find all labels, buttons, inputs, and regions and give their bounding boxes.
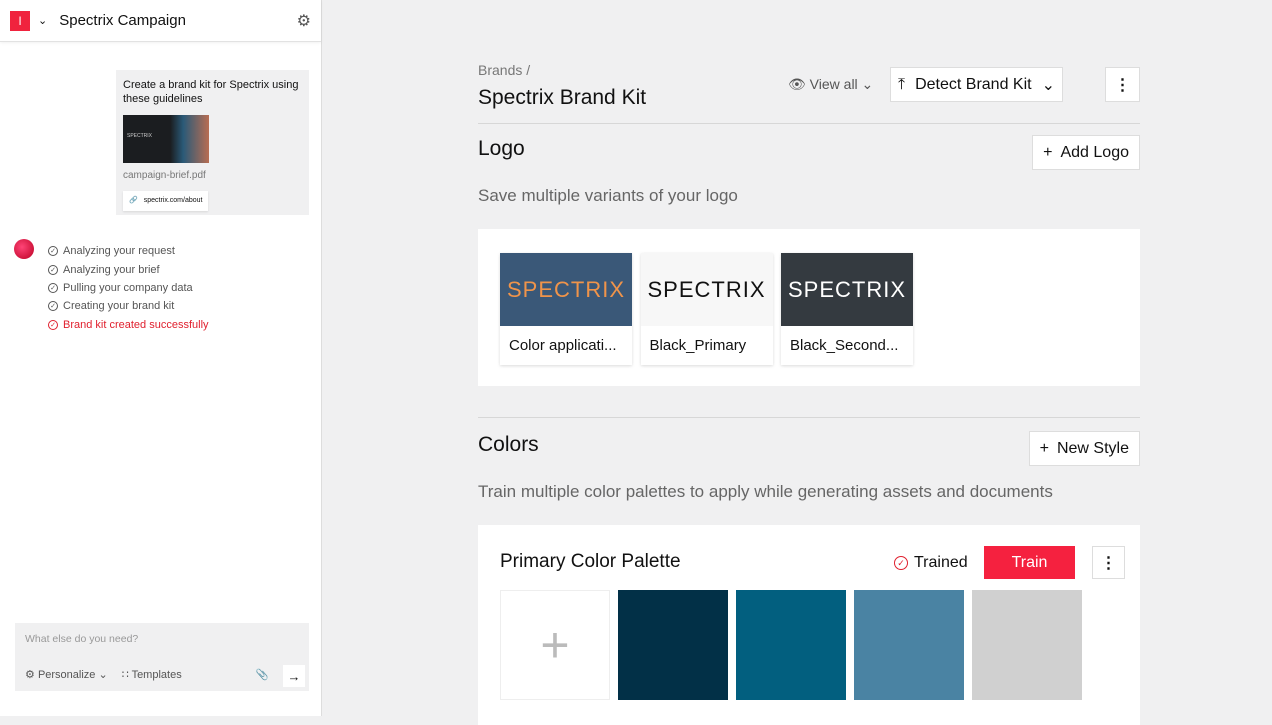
paperclip-icon[interactable]: 📎	[256, 668, 269, 681]
chat-header: I ⌄ Spectrix Campaign ⚙	[0, 0, 321, 42]
file-name[interactable]: campaign-brief.pdf	[123, 169, 302, 183]
step-label: Analyzing your request	[63, 245, 175, 258]
color-swatch[interactable]	[854, 590, 964, 700]
pdf-thumbnail[interactable]: SPECTRIX	[123, 115, 209, 163]
link-chip[interactable]: 🔗 spectrix.com/about	[123, 191, 209, 211]
logo-preview: SPECTRIX	[500, 253, 632, 326]
gear-icon[interactable]: ⚙	[297, 11, 311, 31]
personalize-label: Personalize	[37, 669, 96, 681]
color-swatch[interactable]	[736, 590, 846, 700]
plus-icon: +	[1039, 439, 1049, 457]
check-icon: ✓	[48, 246, 58, 257]
step-label: Pulling your company data	[63, 281, 193, 294]
detect-label: Detect Brand Kit	[915, 75, 1032, 93]
progress-steps: ✓ Analyzing your request ✓ Analyzing your …	[48, 242, 209, 334]
page-title: Spectrix Brand Kit	[478, 86, 647, 109]
color-swatch[interactable]	[618, 590, 728, 700]
train-button[interactable]: Train	[984, 546, 1075, 579]
templates-button[interactable]: ∷ Templates	[122, 668, 182, 681]
plus-icon: +	[1043, 143, 1053, 161]
view-all-dropdown[interactable]: 👁 View all ⌄	[788, 76, 873, 93]
link-icon: 🔗	[129, 197, 138, 204]
logo-variant[interactable]: SPECTRIX Black_Primary	[640, 253, 773, 365]
check-icon: ✓	[48, 301, 58, 312]
logo-subtitle: Save multiple variants of your logo	[478, 186, 738, 205]
chevron-down-icon[interactable]: ⌄	[38, 14, 47, 27]
chevron-down-icon: ⌄	[1041, 76, 1055, 94]
logo-heading: Logo	[478, 137, 525, 160]
step-label: Brand kit created successfully	[63, 318, 209, 331]
more-options-button[interactable]: ⋮	[1105, 67, 1140, 102]
logo-preview: SPECTRIX	[781, 253, 913, 326]
add-logo-label: Add Logo	[1060, 143, 1129, 161]
step: ✓ Creating your brand kit	[48, 297, 209, 315]
step: ✓ Pulling your company data	[48, 279, 209, 297]
send-button[interactable]: →	[283, 665, 305, 687]
divider	[478, 123, 1140, 124]
check-icon: ✓	[48, 319, 58, 330]
detect-brand-kit-button[interactable]: ⤒ Detect Brand Kit ⌄	[890, 67, 1063, 102]
palette-more-button[interactable]: ⋮	[1092, 546, 1125, 579]
project-title: Spectrix Campaign	[59, 12, 186, 29]
logo-preview: SPECTRIX	[640, 253, 773, 326]
step: ✓ Analyzing your brief	[48, 260, 209, 278]
palette-card: Primary Color Palette ✓ Trained Train ⋮ +	[478, 525, 1140, 725]
user-message: Create a brand kit for Spectrix using th…	[116, 70, 309, 215]
eye-icon: 👁	[788, 76, 806, 92]
new-style-button[interactable]: + New Style	[1028, 431, 1140, 466]
trained-label: Trained	[914, 554, 968, 571]
check-icon: ✓	[894, 556, 908, 570]
step-success: ✓ Brand kit created successfully	[48, 316, 209, 334]
check-icon: ✓	[48, 282, 58, 293]
trained-status: ✓ Trained	[894, 554, 968, 572]
logo-card: SPECTRIX Color applicati... SPECTRIX Black_…	[478, 229, 1140, 386]
link-text: spectrix.com/about	[143, 197, 203, 204]
templates-label: Templates	[131, 669, 182, 681]
add-logo-button[interactable]: + Add Logo	[1032, 135, 1140, 170]
chat-input[interactable]: What else do you need? ⚙ Personalize ⌄ ∷…	[15, 623, 309, 691]
thumb-text: SPECTRIX	[127, 133, 153, 139]
view-all-label: View all	[809, 76, 858, 92]
assistant-avatar	[14, 239, 34, 259]
templates-icon: ∷	[121, 669, 129, 681]
logo-label: Black_Second...	[790, 337, 899, 354]
colors-heading: Colors	[478, 433, 539, 456]
divider	[478, 417, 1140, 418]
add-color-button[interactable]: +	[500, 590, 610, 700]
personalize-button[interactable]: ⚙ Personalize ⌄	[25, 668, 108, 681]
step-label: Creating your brand kit	[63, 300, 175, 313]
colors-subtitle: Train multiple color palettes to apply w…	[478, 482, 1053, 501]
logo-label: Color applicati...	[509, 337, 617, 354]
check-icon: ✓	[48, 264, 58, 275]
logo-variant[interactable]: SPECTRIX Black_Second...	[781, 253, 913, 365]
logo-label: Black_Primary	[649, 337, 747, 354]
app-logo[interactable]: I	[10, 10, 30, 31]
palette-title: Primary Color Palette	[500, 551, 681, 572]
breadcrumb[interactable]: Brands /	[478, 62, 530, 78]
upload-icon: ⤒	[898, 75, 906, 93]
message-text: Create a brand kit for Spectrix using th…	[123, 79, 299, 105]
gear-icon: ⚙	[25, 669, 35, 681]
color-swatch[interactable]	[972, 590, 1082, 700]
arrow-right-icon: →	[287, 668, 301, 684]
logo-variant[interactable]: SPECTRIX Color applicati...	[500, 253, 632, 365]
chat-placeholder[interactable]: What else do you need?	[25, 633, 138, 645]
step-label: Analyzing your brief	[63, 263, 160, 276]
step: ✓ Analyzing your request	[48, 242, 209, 260]
chat-panel: I ⌄ Spectrix Campaign ⚙ Create a brand k…	[0, 0, 322, 716]
new-style-label: New Style	[1056, 439, 1129, 457]
